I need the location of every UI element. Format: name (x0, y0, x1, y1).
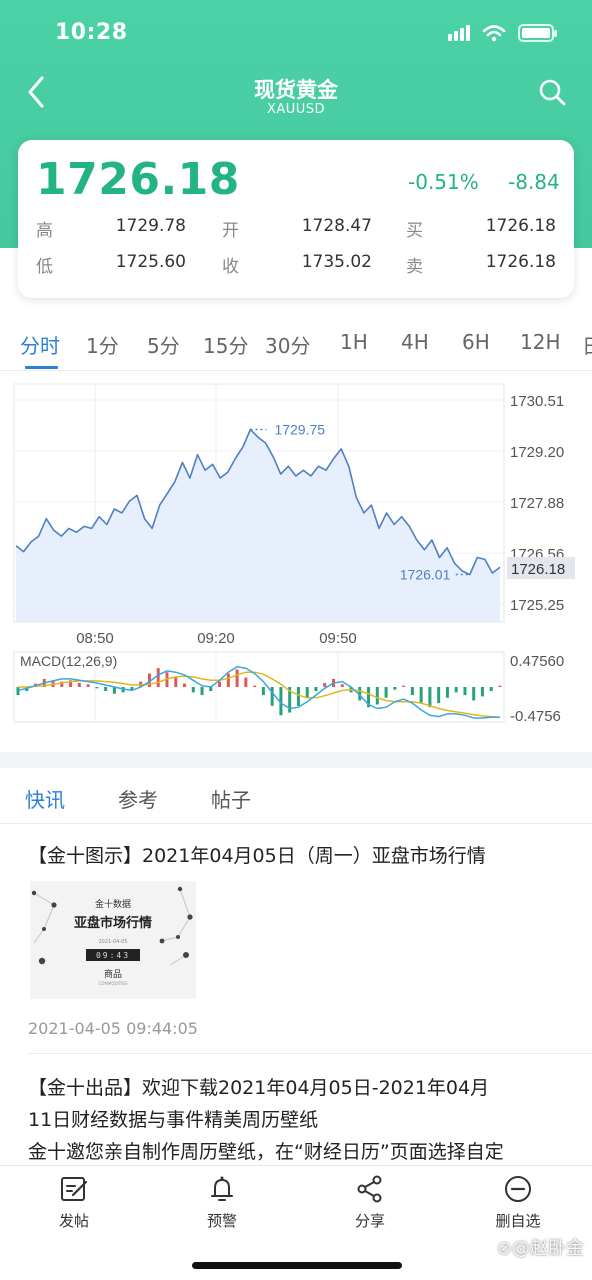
edit-icon (61, 1177, 88, 1201)
tab-period-12h[interactable]: 12H (520, 330, 561, 354)
quote-row-2: 低 1725.60 收 1735.02 卖 1726.18 (18, 252, 574, 278)
period-tabs: 分时 1分 5分 15分 30分 1H 4H 6H 12H 日 (0, 322, 592, 372)
low-label: 低 (36, 257, 53, 277)
macd-dif-line (17, 666, 500, 719)
tab-period-timeshare[interactable]: 分时 (20, 330, 60, 359)
watermark-logo-icon: ⊘@ (496, 1238, 530, 1259)
change-percent: -0.51% (408, 170, 479, 194)
tab-period-6h[interactable]: 6H (462, 330, 490, 354)
tab-period-5m[interactable]: 5分 (147, 330, 180, 359)
change-value: -8.84 (508, 170, 560, 194)
thumb-time-text: 09:43 (96, 951, 130, 960)
current-price-label: 1726.18 (511, 561, 565, 578)
news-item-line-1[interactable]: 【金十出品】欢迎下载2021年04月05日-2021年04月 (28, 1073, 489, 1100)
tab-period-30m[interactable]: 30分 (265, 330, 310, 359)
y-tick-label: 1727.88 (510, 495, 564, 512)
y-tick-label: 1730.51 (510, 393, 564, 410)
quote-row-1: 高 1729.78 开 1728.47 买 1726.18 (18, 216, 574, 242)
tab-posts[interactable]: 帖子 (211, 784, 251, 813)
watermark-text: 赵卧金 (530, 1238, 584, 1259)
page-subtitle: XAUUSD (266, 102, 326, 117)
post-button[interactable]: 发帖 (24, 1174, 124, 1231)
search-icon[interactable] (538, 78, 566, 106)
bid-value: 1726.18 (485, 216, 556, 236)
wifi-icon (482, 25, 506, 42)
minus-circle-icon (505, 1176, 531, 1202)
post-label: 发帖 (58, 1212, 89, 1230)
thumb-top-text: 金十数据 (95, 898, 131, 910)
ask-label: 卖 (406, 257, 423, 277)
open-label: 开 (222, 221, 239, 241)
close-value: 1735.02 (301, 252, 372, 272)
alert-button[interactable]: 预警 (172, 1174, 272, 1231)
tab-period-15m[interactable]: 15分 (203, 330, 248, 359)
news-item-title[interactable]: 【金十图示】2021年04月05日（周一）亚盘市场行情 (28, 841, 568, 871)
status-bar: 10:28 (0, 0, 592, 66)
navigation-bar: 现货黄金 XAUUSD (0, 66, 592, 126)
divider (28, 1053, 592, 1054)
status-icons (448, 24, 557, 42)
current-price: 1726.18 (36, 154, 240, 205)
page-title: 现货黄金 (254, 78, 338, 102)
share-button[interactable]: 分享 (320, 1174, 420, 1231)
macd-dea-line (18, 671, 501, 719)
tab-period-day[interactable]: 日 (582, 330, 592, 359)
news-item-line-2[interactable]: 11日财经数据与事件精美周历壁纸 (28, 1105, 318, 1132)
open-value: 1728.47 (301, 216, 372, 236)
tab-period-1h[interactable]: 1H (340, 330, 368, 354)
high-label: 高 (36, 221, 53, 241)
x-tick-label: 09:20 (197, 630, 235, 647)
battery-icon (518, 24, 557, 42)
news-item-time: 2021-04-05 09:44:05 (28, 1019, 198, 1038)
bid-label: 买 (406, 221, 423, 241)
tab-period-4h[interactable]: 4H (401, 330, 429, 354)
thumb-title-text: 亚盘市场行情 (74, 915, 152, 931)
news-tabs: 快讯 参考 帖子 (0, 768, 592, 824)
constellation-graphic: 金十数据 亚盘市场行情 2021-04-05 09:43 商品 COMMODIT… (30, 881, 196, 999)
ask-value: 1726.18 (485, 252, 556, 272)
remove-watchlist-label: 删自选 (495, 1212, 541, 1230)
active-tab-underline (25, 366, 58, 369)
bell-icon (211, 1176, 233, 1201)
tab-flash[interactable]: 快讯 (25, 784, 65, 813)
tab-period-1m[interactable]: 1分 (86, 330, 119, 359)
macd-lower-label: -0.4756 (510, 708, 561, 725)
tab-reference[interactable]: 参考 (118, 784, 158, 813)
remove-watchlist-button[interactable]: 删自选 (468, 1174, 568, 1231)
macd-title: MACD(12,26,9) (20, 653, 117, 669)
max-label: 1729.75 (274, 421, 325, 437)
thumb-tag-text: 商品 (104, 968, 122, 980)
x-tick-label: 09:50 (319, 630, 357, 647)
close-label: 收 (222, 257, 239, 277)
x-tick-label: 08:50 (76, 630, 114, 647)
share-label: 分享 (354, 1212, 385, 1230)
low-value: 1725.60 (115, 252, 186, 272)
status-time: 10:28 (55, 20, 128, 45)
y-tick-label: 1725.25 (510, 597, 564, 614)
home-indicator[interactable] (192, 1262, 402, 1269)
divider (0, 370, 592, 371)
macd-upper-label: 0.47560 (510, 653, 564, 670)
signal-icon (448, 25, 470, 41)
high-value: 1729.78 (115, 216, 186, 236)
news-feed: 【金十图示】2021年04月05日（周一）亚盘市场行情 金十数据 亚盘市场行情 … (0, 825, 592, 1165)
alert-label: 预警 (206, 1212, 237, 1230)
thumb-date-text: 2021-04-05 (98, 939, 127, 945)
min-label: 1726.01 (400, 567, 451, 583)
price-area (16, 429, 500, 622)
share-icon (357, 1175, 382, 1203)
quote-card: 1726.18 -0.51% -8.84 高 1729.78 开 1728.47… (18, 140, 574, 298)
section-separator (0, 752, 592, 768)
price-chart[interactable]: 1730.511729.201727.881726.561725.251726.… (0, 372, 592, 732)
thumb-tag-en-text: COMMODITIES (99, 981, 128, 986)
news-item-line-3[interactable]: 金十邀您亲自制作周历壁纸，在“财经日历”页面选择自定 (28, 1137, 504, 1164)
y-tick-label: 1729.20 (510, 444, 564, 461)
watermark: ⊘@赵卧金 (497, 1234, 584, 1260)
news-thumbnail[interactable]: 金十数据 亚盘市场行情 2021-04-05 09:43 商品 COMMODIT… (30, 881, 196, 999)
